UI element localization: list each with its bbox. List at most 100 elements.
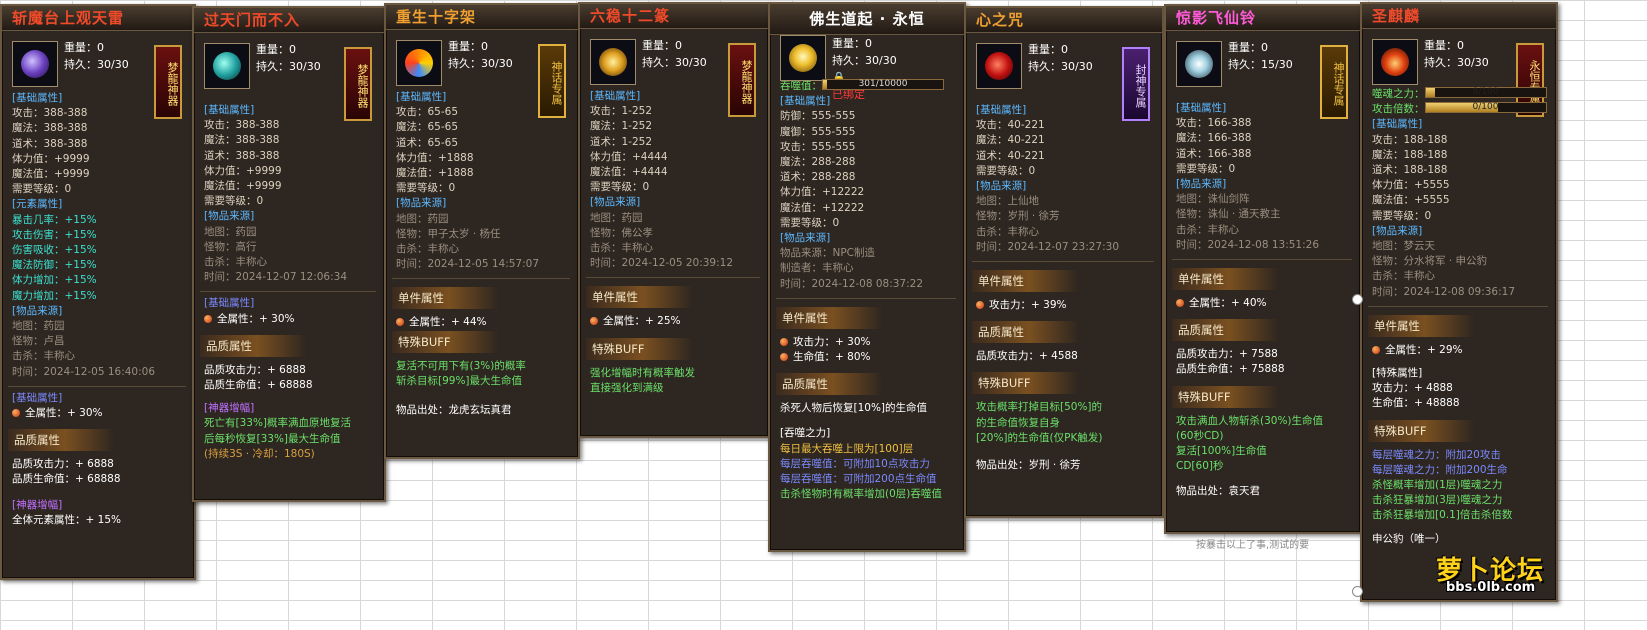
- rarity-badge: 神话专属: [1320, 45, 1348, 119]
- stat-line: 道术：388-388: [12, 137, 88, 150]
- item-title: 惊影飞仙铃: [1166, 6, 1360, 31]
- stat-line: (持续3S · 冷却：180S): [204, 447, 315, 460]
- orb-icon: [976, 301, 984, 310]
- item-title: 心之咒: [966, 8, 1162, 33]
- orb-icon: [204, 314, 212, 323]
- item-tooltip-4: 六稳十二篆 重量：0 持久：30/30 梦龍神器 [基础属性] 攻击：1-252 …: [578, 2, 770, 438]
- source-line: 怪物：岁刑 · 徐芳: [976, 210, 1060, 223]
- source-line: 地图：药园: [396, 212, 449, 225]
- item-tooltip-7: 惊影飞仙铃 重量：0 持久：15/30 神话专属 [基础属性] 攻击：166-38…: [1164, 4, 1362, 534]
- item-icon: [1372, 39, 1418, 85]
- watermark-url: bbs.0lb.com: [1446, 580, 1536, 595]
- durability: 持久：30/30: [832, 54, 897, 67]
- section-header: 特殊BUFF: [392, 330, 518, 353]
- source-line: 地图：药园: [204, 225, 257, 238]
- item-tooltip-3: 重生十字架 重量：0 持久：30/30 神话专属 [基础属性] 攻击：65-65 …: [384, 3, 580, 459]
- source-line: 击杀：丰称心: [1372, 270, 1435, 283]
- section-header: 特殊BUFF: [1172, 385, 1298, 408]
- stat-line: 需要等级：0: [396, 182, 456, 195]
- item-icon: [1176, 41, 1222, 87]
- stat-line: 品质生命值：+ 68888: [12, 473, 121, 486]
- stat-line: 魔力增加：+15%: [12, 289, 97, 302]
- rarity-badge: 封神专属: [1122, 47, 1150, 121]
- source-line: 时间：2024-12-05 20:39:12: [590, 257, 734, 270]
- source-line: 击杀：丰称心: [12, 350, 75, 363]
- source-line: 时间：2024-12-08 09:36:17: [1372, 285, 1516, 298]
- section-header: 单件属性: [586, 286, 712, 309]
- stat-line: 杀死人物后恢复[10%]的生命值: [780, 402, 928, 415]
- stat-line: 魔法值：+4444: [590, 166, 668, 179]
- stat-line: 魔法防御：+15%: [12, 259, 97, 272]
- stat-line: 复活不可用下有(3%)的概率: [396, 359, 526, 372]
- weight: 重量：0: [1028, 43, 1068, 56]
- source-line: 时间：2024-12-08 08:37:22: [780, 277, 924, 290]
- stat-line: 后每秒恢复[33%]最大生命值: [204, 432, 341, 445]
- stat-line: (60秒CD): [1176, 429, 1224, 442]
- item-origin: 申公豹（唯一）: [1372, 532, 1446, 545]
- stat-line: 品质攻击力：+ 6888: [204, 363, 306, 376]
- resize-handle[interactable]: [1352, 586, 1363, 597]
- stat-line: 击杀狂暴增加[0.1]倍击杀倍数: [1372, 509, 1513, 522]
- soul-power-bar: 8/100: [1424, 87, 1547, 98]
- stat-line: 杀怪概率增加(1层)噬魂之力: [1372, 479, 1503, 492]
- section-header: 单件属性: [972, 270, 1098, 293]
- rarity-badge: 神话专属: [538, 44, 566, 118]
- item-title: 重生十字架: [386, 5, 578, 30]
- stat-line: 魔法值：+9999: [204, 180, 282, 193]
- stat-line: 需要等级：0: [12, 183, 72, 196]
- stat-line: 魔法：388-388: [12, 122, 88, 135]
- item-origin: 物品出处：龙虎玄坛真君: [396, 404, 512, 417]
- source-line: 击杀：丰称心: [396, 243, 459, 256]
- stat-line: CD[60]秒: [1176, 460, 1224, 473]
- section-header: 品质属性: [200, 334, 326, 357]
- stat-line: 需要等级：0: [1176, 162, 1236, 175]
- source-line: 击杀：丰称心: [590, 242, 653, 255]
- section-label: [物品来源]: [204, 210, 255, 223]
- source-line: 物品来源：NPC制造: [780, 247, 876, 260]
- stat-line: 体力值：+4444: [590, 150, 668, 163]
- section-label: [物品来源]: [1176, 178, 1227, 191]
- stat-line: 全属性：+ 44%: [396, 315, 578, 330]
- orb-icon: [396, 318, 404, 327]
- stat-line: 品质生命值：+ 75888: [1176, 363, 1285, 376]
- source-line: 时间：2024-12-08 13:51:26: [1176, 238, 1320, 251]
- section-label: [吞噬之力]: [780, 427, 831, 440]
- source-line: 地图：药园: [590, 211, 643, 224]
- item-icon: [780, 35, 826, 81]
- stat-line: 攻击力：+ 4888: [1372, 382, 1453, 395]
- source-line: 怪物：诛仙 · 通天教主: [1176, 208, 1281, 221]
- source-line: 怪物：分水将军 · 申公豹: [1372, 255, 1488, 268]
- item-tooltip-2: 过天门而不入 重量：0 持久：30/30 梦龍神器 [基础属性] 攻击：388-3…: [192, 6, 386, 502]
- stat-line: 每层噬魂之力：附加200生命: [1372, 463, 1508, 476]
- durability: 持久：30/30: [642, 56, 707, 69]
- stat-line: 攻击：555-555: [780, 140, 856, 153]
- section-label: [物品来源]: [780, 232, 831, 245]
- durability: 持久：15/30: [1228, 58, 1293, 71]
- resize-handle[interactable]: [1352, 294, 1363, 305]
- section-label: [神器增幅]: [12, 498, 63, 511]
- section-header: 单件属性: [392, 287, 518, 310]
- source-line: 怪物：佛公孝: [590, 226, 653, 239]
- rarity-badge: 梦龍神器: [344, 47, 372, 121]
- stat-line: 道术：188-188: [1372, 164, 1448, 177]
- stat-line: 攻击伤害：+15%: [12, 228, 97, 241]
- stat-line: 魔法：388-388: [204, 134, 280, 147]
- stat-line: 道术：40-221: [976, 149, 1045, 162]
- source-line: 怪物：甲子太岁 · 杨任: [396, 227, 501, 240]
- item-origin: 物品出处：袁天君: [1176, 485, 1260, 498]
- weight: 重量：0: [1228, 41, 1268, 54]
- orb-icon: [1372, 345, 1380, 354]
- stat-line: 全体元素属性：+ 15%: [12, 513, 121, 526]
- item-tooltip-5: 佛生道起 · 永恒 重量：0 持久：30/30 🔒 已绑定 吞噬值： 301/1000…: [768, 2, 966, 552]
- source-line: 击杀：丰称心: [204, 256, 267, 269]
- section-label: [物品来源]: [976, 180, 1027, 193]
- stat-line: 攻击力：+ 39%: [976, 298, 1162, 313]
- stat-line: 全属性：+ 29%: [1372, 343, 1556, 358]
- section-label: [基础属性]: [1372, 118, 1423, 131]
- section-label: [物品来源]: [396, 197, 447, 210]
- stat-line: 防御：555-555: [780, 110, 856, 123]
- stat-line: 全属性：+ 30%: [12, 406, 194, 421]
- weight: 重量：0: [448, 40, 488, 53]
- stat-line: 魔法值：+5555: [1372, 194, 1450, 207]
- stat-line: 品质生命值：+ 68888: [204, 379, 313, 392]
